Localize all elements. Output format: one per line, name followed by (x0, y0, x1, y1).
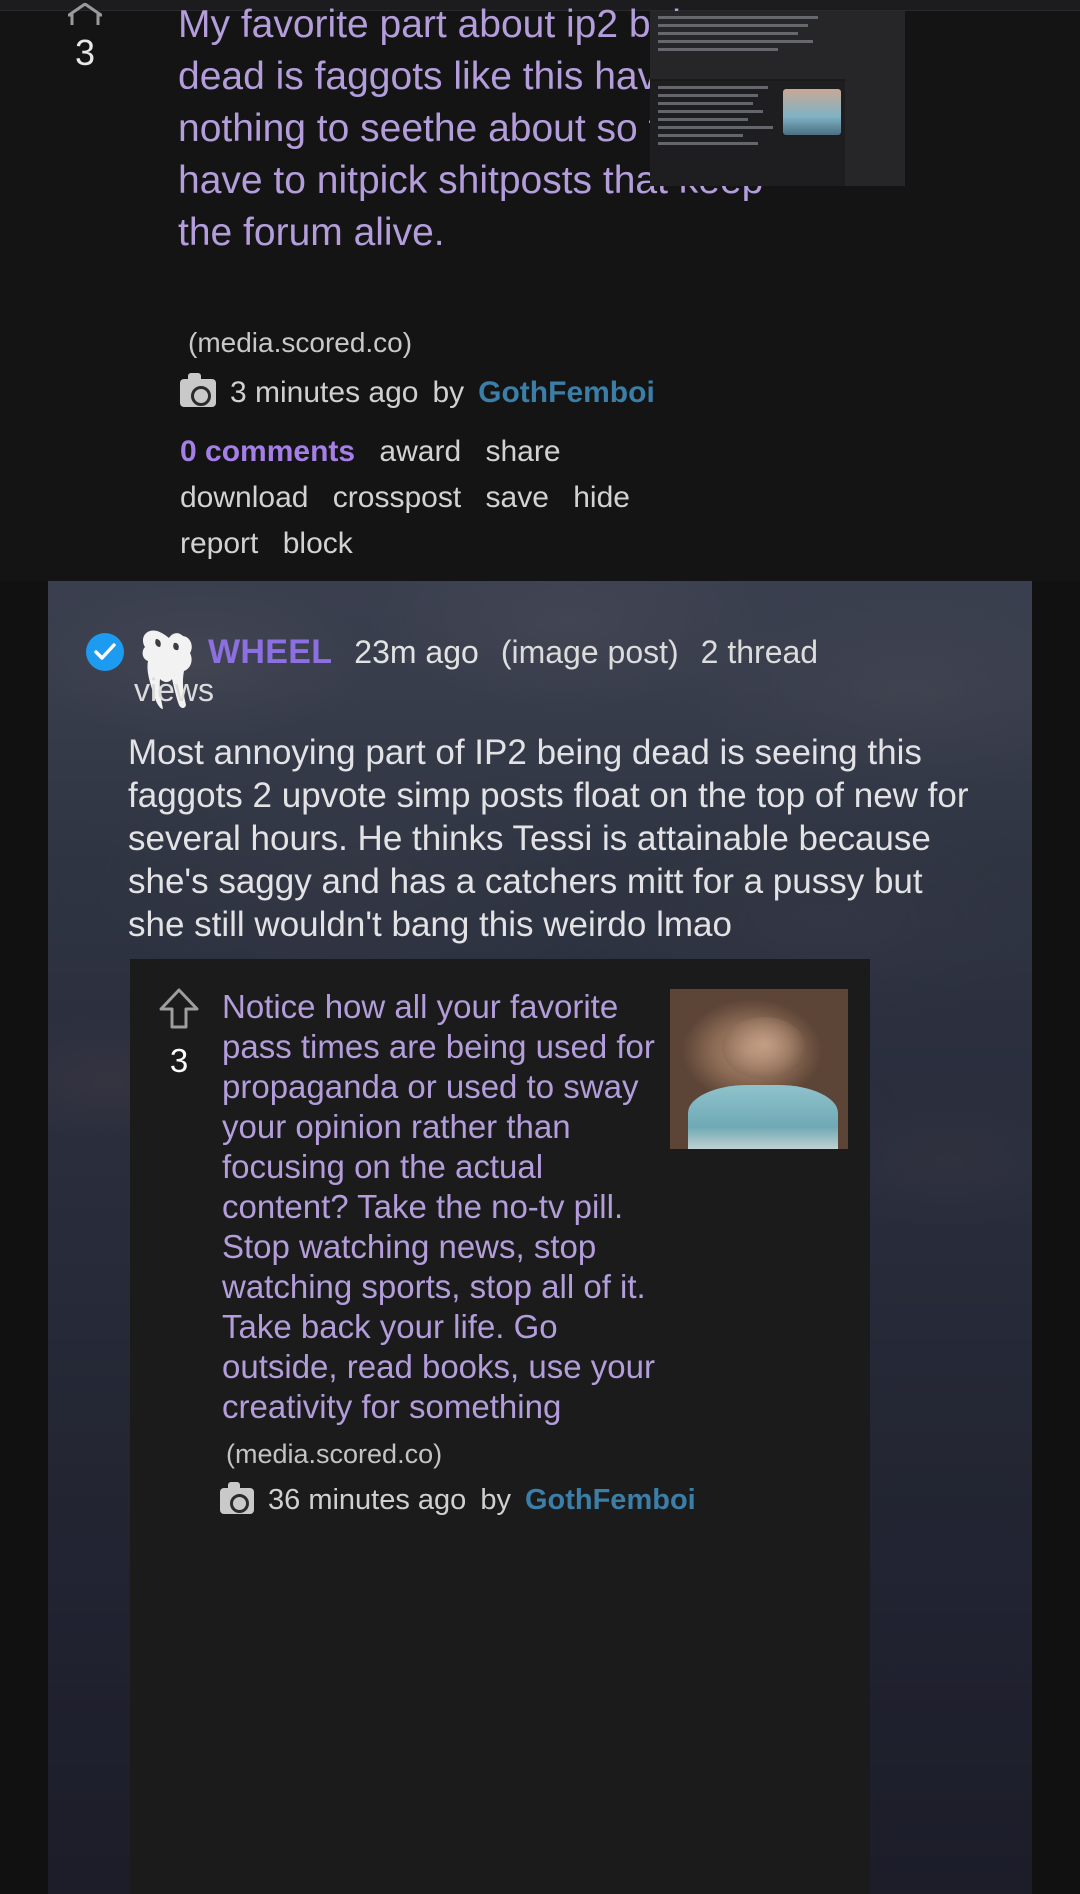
vote-column-quoted-post: 3 (148, 987, 210, 1080)
post-by-label: by (432, 376, 465, 409)
camera-icon (220, 1481, 254, 1514)
post-item-wheel: WHEEL 23m ago (image post) 2 thread view… (48, 581, 1032, 1894)
vote-column-top-post: 3 (55, 3, 115, 73)
post-action-links: 0 comments award share download crosspos… (180, 429, 880, 567)
post-score: 3 (74, 32, 96, 73)
quoted-post-timestamp: 36 minutes ago (268, 1484, 467, 1516)
block-link[interactable]: block (283, 521, 353, 567)
save-link[interactable]: save (486, 475, 549, 521)
thumbnail-side-strip (845, 11, 905, 186)
post-timestamp: 3 minutes ago (230, 376, 419, 409)
post-thumbnail-top[interactable] (650, 11, 845, 186)
thumbnail-top-block (650, 11, 845, 79)
thread-views-count: 2 thread (700, 633, 819, 670)
app-root: 3 My favorite part about ip2 being dead … (0, 0, 1080, 1894)
upvote-arrow-icon[interactable] (68, 3, 102, 29)
verified-checkmark-icon (86, 633, 124, 671)
share-link[interactable]: share (485, 429, 560, 475)
post-age: 23m ago (354, 633, 479, 670)
post-thumbnail-image[interactable] (670, 989, 848, 1149)
post-meta-row: 3 minutes ago by GothFemboi (180, 373, 655, 410)
upvote-arrow-outline-icon[interactable] (148, 987, 210, 1034)
quoted-post-domain[interactable]: (media.scored.co) (226, 1439, 442, 1470)
quoted-post-title-link[interactable]: Notice how all your favorite pass times … (222, 987, 677, 1427)
quoted-post-author-link[interactable]: GothFemboi (525, 1484, 696, 1517)
post-header-row: WHEEL 23m ago (image post) 2 thread (86, 609, 996, 709)
quoted-post-meta-row: 36 minutes ago by GothFemboi (220, 1481, 696, 1517)
award-link[interactable]: award (379, 429, 461, 475)
quoted-post-by-label: by (480, 1484, 511, 1516)
post-author-link[interactable]: GothFemboi (478, 376, 655, 410)
community-name-link[interactable]: WHEEL (208, 633, 332, 672)
comments-link[interactable]: 0 comments (180, 429, 355, 475)
download-link[interactable]: download (180, 475, 308, 521)
quoted-post-score: 3 (169, 1042, 189, 1079)
crosspost-link[interactable]: crosspost (333, 475, 461, 521)
thumbnail-photo (670, 989, 848, 1149)
thread-views-label: views (134, 672, 215, 708)
thumbnail-photo-inset (783, 89, 841, 135)
hide-link[interactable]: hide (573, 475, 630, 521)
post-item-top: 3 My favorite part about ip2 being dead … (0, 3, 1080, 581)
post-body-text: Most annoying part of IP2 being dead is … (128, 733, 969, 944)
quoted-post-card[interactable]: 3 Notice how all your favorite pass time… (130, 959, 870, 1894)
post-type-label: (image post) (500, 633, 679, 670)
post-domain[interactable]: (media.scored.co) (188, 326, 412, 360)
camera-icon (180, 373, 216, 407)
report-link[interactable]: report (180, 521, 258, 567)
